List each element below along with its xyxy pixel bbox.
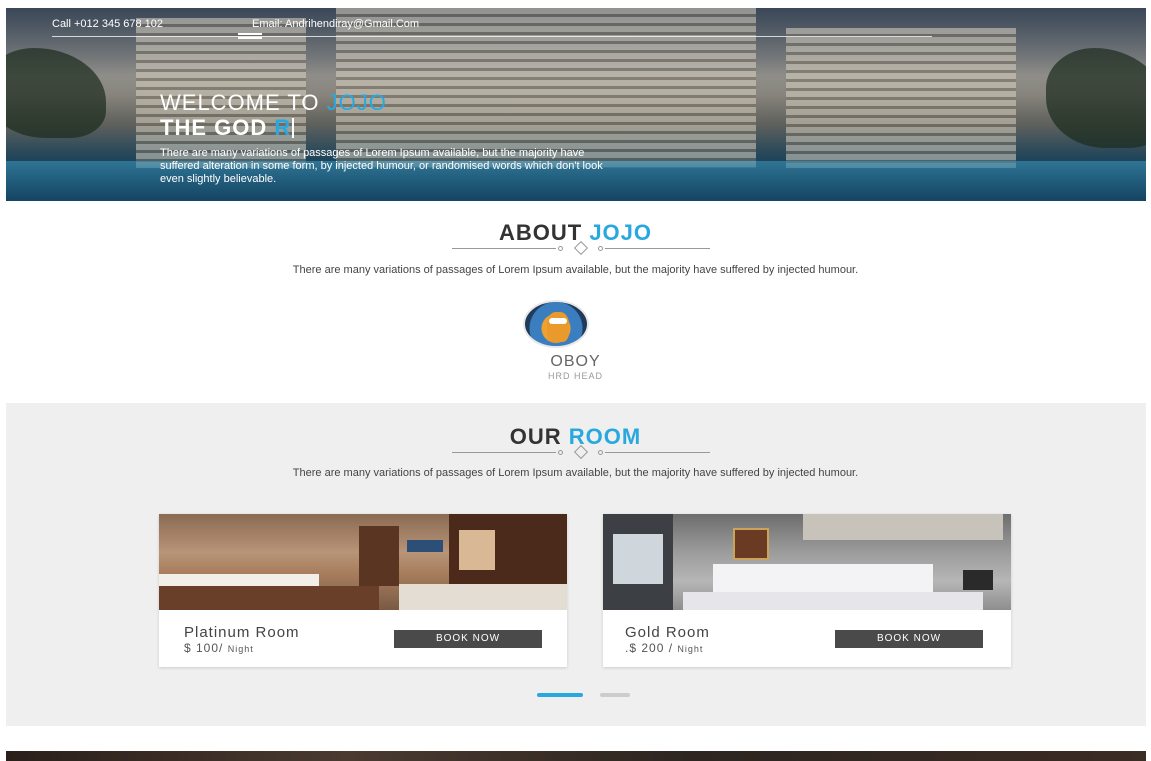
room-name: Gold Room xyxy=(625,624,710,641)
room-card-platinum: Platinum Room $ 100/ Night BOOK NOW xyxy=(159,514,567,667)
contact-email[interactable]: Email: Andrihendiray@Gmail.Com xyxy=(252,18,419,30)
footer-banner xyxy=(6,751,1146,761)
room-price: .$ 200 / Night xyxy=(625,641,704,655)
hero-subtitle-accent: R xyxy=(274,115,292,140)
carousel-dot-active[interactable] xyxy=(537,693,583,697)
hero-subtitle: THE GOD R xyxy=(160,115,295,141)
contact-phone[interactable]: Call +012 345 678 102 xyxy=(52,18,163,30)
book-now-button[interactable]: BOOK NOW xyxy=(394,630,542,648)
room-card-gold: Gold Room .$ 200 / Night BOOK NOW xyxy=(603,514,1011,667)
hero-palm-right xyxy=(1046,48,1146,148)
about-description: There are many variations of passages of… xyxy=(292,264,859,276)
hamburger-icon[interactable] xyxy=(238,33,262,43)
room-photo-gold xyxy=(603,514,1011,610)
team-avatar xyxy=(523,300,589,348)
typing-caret xyxy=(292,118,295,138)
about-divider xyxy=(452,240,710,256)
rooms-description: There are many variations of passages of… xyxy=(292,467,859,479)
rooms-divider xyxy=(452,444,710,460)
hero-description: There are many variations of passages of… xyxy=(160,147,603,185)
hero-palm-left xyxy=(6,48,106,138)
room-photo-platinum xyxy=(159,514,567,610)
team-member-name: OBOY xyxy=(550,353,601,370)
room-price: $ 100/ Night xyxy=(184,641,254,655)
contact-bar: Call +012 345 678 102 Email: Andrihendir… xyxy=(52,14,932,37)
hero-banner: Call +012 345 678 102 Email: Andrihendir… xyxy=(6,8,1146,201)
hero-building-right xyxy=(786,28,1016,168)
hero-title-accent: JOJO xyxy=(326,90,387,115)
hero-title: WELCOME TO JOJO xyxy=(160,90,387,115)
book-now-button[interactable]: BOOK NOW xyxy=(835,630,983,648)
about-title-accent: JOJO xyxy=(589,220,653,245)
room-name: Platinum Room xyxy=(184,624,300,641)
carousel-dot[interactable] xyxy=(600,693,630,697)
team-member-role: HRD HEAD xyxy=(547,371,603,381)
